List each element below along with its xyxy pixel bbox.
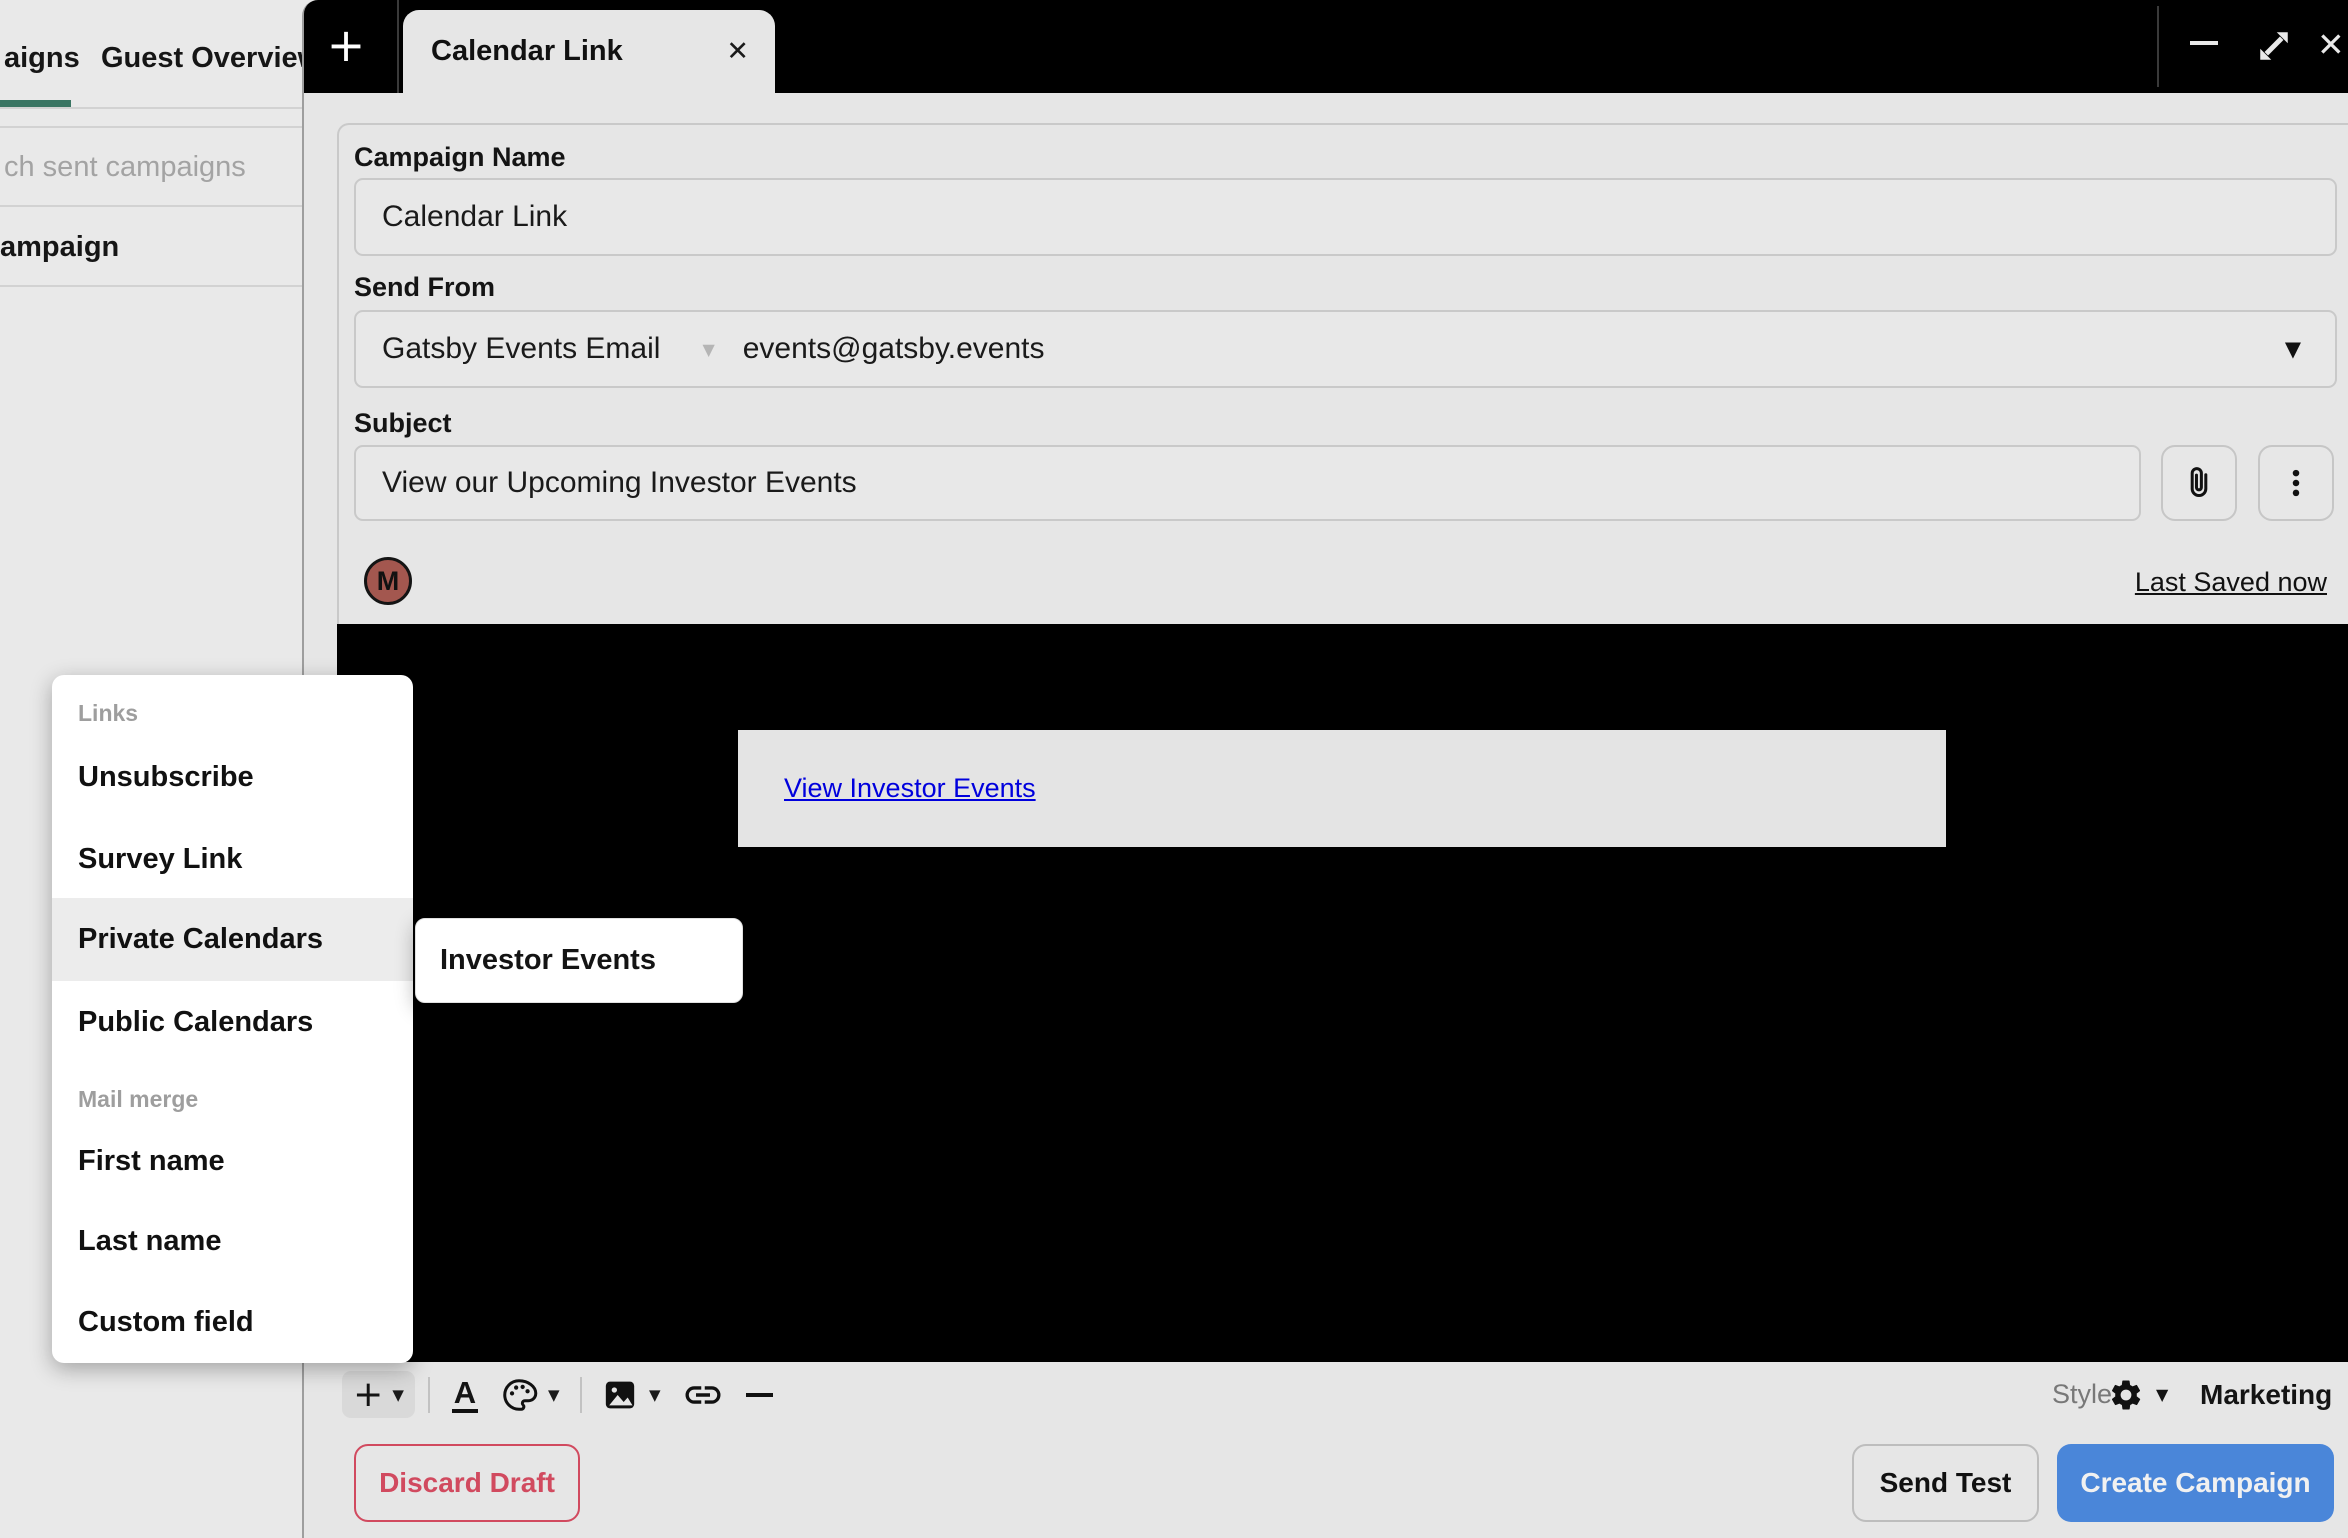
style-settings-button[interactable]: ▼ [2108, 1371, 2186, 1418]
theme-select[interactable]: Marketing ▼ [2200, 1371, 2348, 1418]
campaign-name-label: Campaign Name [354, 139, 566, 175]
insert-divider-button[interactable] [738, 1371, 780, 1418]
menu-item-last-name[interactable]: Last name [52, 1200, 413, 1282]
text-format-icon: A [452, 1376, 478, 1413]
horizontal-rule-icon [746, 1393, 773, 1397]
send-from-select[interactable]: Gatsby Events Email ▼ events@gatsby.even… [354, 310, 2337, 388]
tab-close-button[interactable]: ✕ [726, 10, 749, 93]
plus-icon: + [327, 18, 366, 72]
campaign-form-panel: Campaign Name Send From Gatsby Events Em… [337, 123, 2348, 1360]
style-label: Style [2052, 1371, 2112, 1418]
chevron-down-icon: ▼ [2285, 337, 2301, 361]
calendar-submenu: Investor Events [415, 918, 743, 1003]
image-icon [600, 1375, 640, 1415]
minimize-button[interactable] [2190, 41, 2218, 45]
avatar: M [364, 557, 412, 605]
subject-label: Subject [354, 405, 452, 441]
menu-section-links: Links [78, 691, 138, 735]
create-campaign-button[interactable]: Create Campaign [2057, 1444, 2334, 1522]
tab-title: Calendar Link [431, 10, 623, 93]
new-tab-button[interactable]: + [314, 14, 378, 78]
chevron-down-icon: ▼ [649, 1386, 661, 1404]
chevron-down-icon: ▼ [702, 340, 714, 359]
campaign-name-input[interactable] [354, 178, 2337, 256]
insert-image-button[interactable]: ▼ [600, 1371, 682, 1418]
menu-item-unsubscribe[interactable]: Unsubscribe [52, 736, 413, 818]
discard-draft-button[interactable]: Discard Draft [354, 1444, 580, 1522]
gear-icon [2108, 1377, 2144, 1413]
insert-menu: Links Unsubscribe Survey Link Private Ca… [52, 675, 413, 1363]
send-from-label: Send From [354, 269, 495, 305]
active-tab-underline [0, 100, 71, 107]
last-saved-link[interactable]: Last Saved now [2135, 562, 2327, 602]
more-options-button[interactable] [2258, 445, 2334, 521]
chevron-down-icon: ▼ [392, 1386, 404, 1404]
palette-icon [500, 1376, 538, 1414]
link-icon [682, 1374, 724, 1416]
screen: aigns Guest Overview ampaign + Calendar … [0, 0, 2348, 1538]
campaign-editor-window: + Calendar Link ✕ ✕ Campaign Name Send F… [302, 0, 2348, 1538]
window-close-button[interactable]: ✕ [2317, 0, 2345, 93]
subject-input[interactable] [354, 445, 2141, 521]
menu-item-private-calendars[interactable]: Private Calendars [52, 898, 413, 981]
attach-file-button[interactable] [2161, 445, 2237, 521]
send-test-button[interactable]: Send Test [1852, 1444, 2039, 1522]
send-from-account: Gatsby Events Email [382, 332, 660, 366]
menu-item-first-name[interactable]: First name [52, 1120, 413, 1202]
theme-color-button[interactable]: ▼ [500, 1371, 580, 1418]
menu-item-custom-field[interactable]: Custom field [52, 1281, 413, 1363]
send-from-email: events@gatsby.events [743, 332, 1045, 366]
text-color-button[interactable]: A [440, 1371, 490, 1418]
insert-element-button[interactable]: + ▼ [342, 1371, 415, 1418]
search-sent-campaigns-input[interactable] [2, 146, 296, 188]
plus-icon: + [353, 1373, 383, 1417]
sidebar-item-campaign[interactable]: ampaign [0, 231, 119, 264]
menu-item-survey-link[interactable]: Survey Link [52, 818, 413, 900]
menu-item-public-calendars[interactable]: Public Calendars [52, 981, 413, 1063]
insert-link-button[interactable] [680, 1371, 726, 1418]
chevron-down-icon: ▼ [548, 1386, 560, 1404]
tab-guest-overview[interactable]: Guest Overview [101, 42, 320, 75]
chevron-down-icon: ▼ [2156, 1385, 2168, 1404]
kebab-menu-icon [2279, 466, 2313, 500]
tab-calendar-link[interactable]: Calendar Link ✕ [403, 10, 775, 93]
email-link-block[interactable]: View Investor Events [738, 730, 1946, 847]
expand-button[interactable] [2252, 24, 2296, 68]
paperclip-icon [2180, 464, 2218, 502]
tab-campaigns[interactable]: aigns [4, 42, 80, 75]
window-tab-bar: + Calendar Link ✕ ✕ [304, 0, 2348, 93]
theme-value: Marketing [2200, 1379, 2332, 1411]
menu-section-mail-merge: Mail merge [78, 1077, 198, 1121]
email-calendar-link[interactable]: View Investor Events [784, 730, 1036, 847]
submenu-item-investor-events[interactable]: Investor Events [440, 944, 656, 977]
